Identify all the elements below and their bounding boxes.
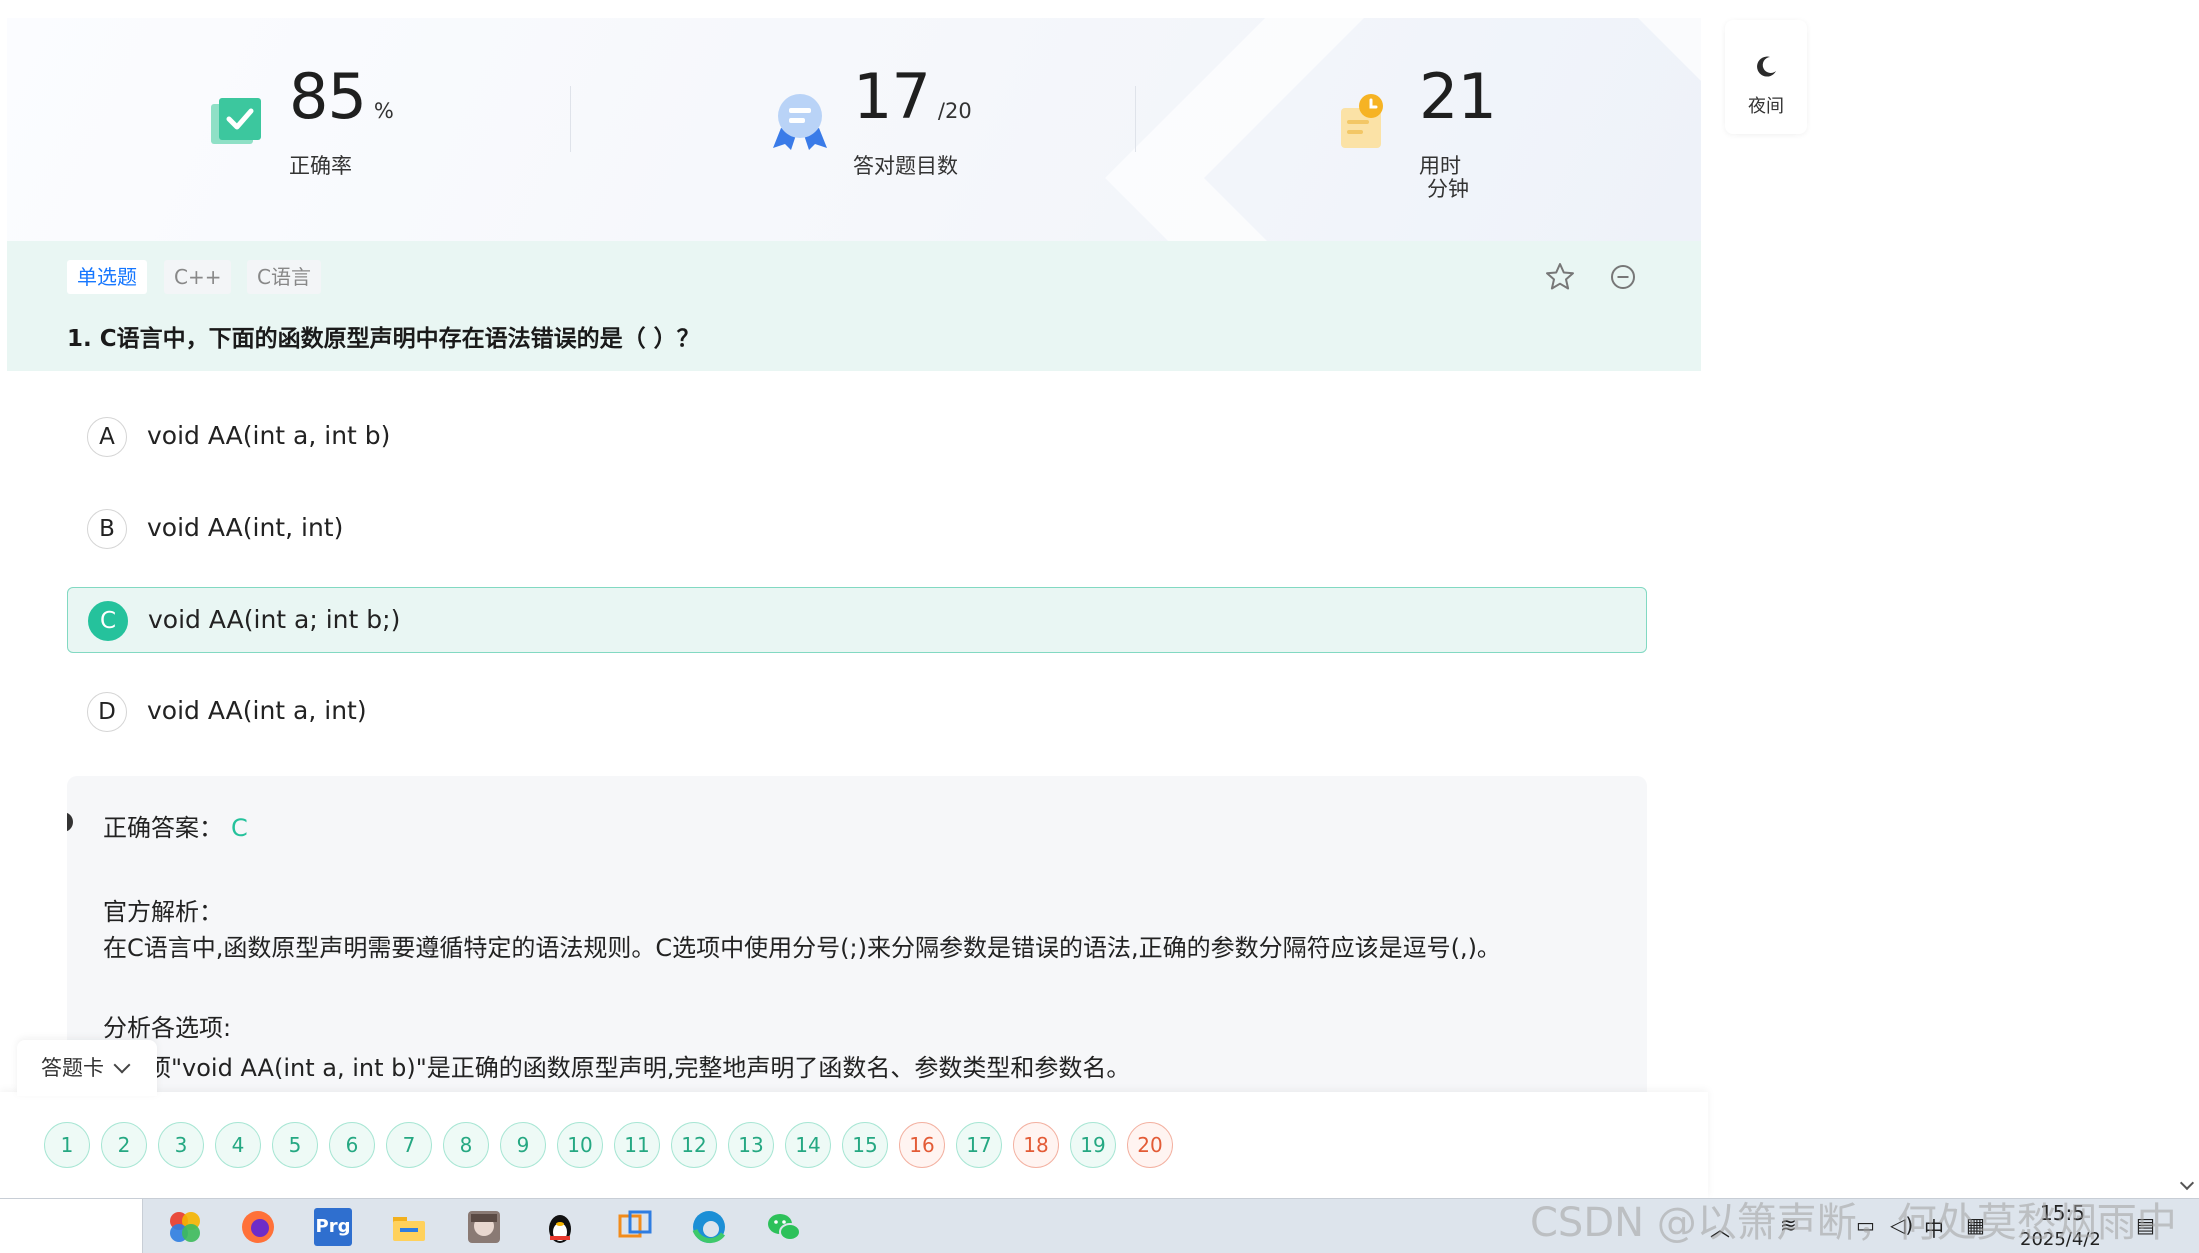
- stat-accuracy-label: 正确率: [289, 154, 352, 178]
- premiere-icon[interactable]: Prg: [314, 1208, 352, 1246]
- official-label: 官方解析：: [103, 898, 223, 926]
- option-b-text: void AA(int, int): [147, 513, 344, 542]
- answer-card-item-15[interactable]: 15: [842, 1122, 888, 1168]
- minus-circle-icon[interactable]: [1607, 261, 1639, 293]
- app-window: 85% 正确率 17/20 答对题目数 21分钟 用时 单选题 C++ C语言 …: [0, 0, 2199, 1198]
- analysis-line-a: 项"void AA(int a, int b)"是正确的函数原型声明,完整地声明…: [147, 1054, 1131, 1082]
- wechat-icon[interactable]: [765, 1208, 803, 1246]
- taskbar-search-area[interactable]: [0, 1199, 143, 1253]
- correct-answer-label: 正确答案：: [103, 814, 223, 842]
- answer-card-item-2[interactable]: 2: [101, 1122, 147, 1168]
- premiere-label: Prg: [315, 1216, 351, 1237]
- answer-card-toggle[interactable]: 答题卡: [17, 1040, 157, 1096]
- qq-penguin-icon[interactable]: [541, 1208, 579, 1246]
- answer-card-list: 1 2 3 4 5 6 7 8 9 10 11 12 13 14 15 16 17 18 19 20: [44, 1122, 1184, 1168]
- analysis-marker: [67, 812, 73, 832]
- stat-correct-label: 答对题目数: [853, 154, 958, 178]
- answer-card-item-4[interactable]: 4: [215, 1122, 261, 1168]
- option-b-letter: B: [87, 509, 127, 549]
- answer-card-item-8[interactable]: 8: [443, 1122, 489, 1168]
- answer-card-item-10[interactable]: 10: [557, 1122, 603, 1168]
- stat-divider: [1135, 86, 1136, 152]
- header-decoration: [1105, 18, 1701, 241]
- answer-card-item-18[interactable]: 18: [1013, 1122, 1059, 1168]
- stat-accuracy-value: 85: [289, 60, 367, 133]
- option-d[interactable]: D void AA(int a, int): [67, 679, 1647, 745]
- stat-time-value: 21: [1419, 60, 1497, 133]
- question-title: 1. C语言中，下面的函数原型声明中存在语法错误的是（ ）？: [67, 326, 700, 352]
- analyze-label: 分析各选项:: [103, 1014, 232, 1042]
- stat-accuracy-unit: %: [373, 99, 394, 123]
- answer-card-item-13[interactable]: 13: [728, 1122, 774, 1168]
- color-wheel-icon[interactable]: [166, 1208, 204, 1246]
- night-mode-button[interactable]: 夜间: [1725, 20, 1807, 134]
- tag-c-language: C语言: [247, 260, 321, 294]
- option-d-letter: D: [87, 692, 127, 732]
- folder-icon[interactable]: [390, 1208, 428, 1246]
- answer-card-item-6[interactable]: 6: [329, 1122, 375, 1168]
- option-c[interactable]: C void AA(int a; int b;): [67, 587, 1647, 653]
- answer-card-item-3[interactable]: 3: [158, 1122, 204, 1168]
- answer-card-item-12[interactable]: 12: [671, 1122, 717, 1168]
- tag-cpp: C++: [164, 260, 232, 294]
- clock-note-icon: [1341, 94, 1383, 148]
- night-mode-label: 夜间: [1748, 96, 1784, 117]
- correct-answer-value: C: [231, 814, 248, 842]
- answer-card-item-14[interactable]: 14: [785, 1122, 831, 1168]
- answer-card-item-1[interactable]: 1: [44, 1122, 90, 1168]
- answer-card-item-9[interactable]: 9: [500, 1122, 546, 1168]
- edge-icon[interactable]: [690, 1208, 728, 1246]
- answer-card-item-19[interactable]: 19: [1070, 1122, 1116, 1168]
- answer-card: 1 2 3 4 5 6 7 8 9 10 11 12 13 14 15 16 17 18 19 20: [0, 1092, 1708, 1198]
- chevron-down-icon: [113, 1056, 131, 1074]
- main-panel: 85% 正确率 17/20 答对题目数 21分钟 用时 单选题 C++ C语言 …: [7, 18, 1701, 1198]
- answer-card-item-16[interactable]: 16: [899, 1122, 945, 1168]
- official-text: 在C语言中,函数原型声明需要遵循特定的语法规则。C选项中使用分号(;)来分隔参数…: [103, 934, 1501, 962]
- stat-correct-value: 17: [853, 60, 931, 133]
- star-icon[interactable]: [1544, 261, 1576, 293]
- stat-divider: [570, 86, 571, 152]
- answer-card-item-7[interactable]: 7: [386, 1122, 432, 1168]
- option-c-letter: C: [88, 601, 128, 641]
- option-c-text: void AA(int a; int b;): [148, 605, 401, 634]
- tag-question-type: 单选题: [67, 260, 147, 294]
- stat-time-label: 用时: [1419, 154, 1461, 178]
- option-a-letter: A: [87, 417, 127, 457]
- option-a[interactable]: A void AA(int a, int b): [67, 404, 1647, 470]
- answer-card-item-17[interactable]: 17: [956, 1122, 1002, 1168]
- check-book-icon: [211, 98, 261, 144]
- answer-card-label: 答题卡: [41, 1056, 104, 1080]
- game-character-icon[interactable]: [465, 1208, 503, 1246]
- remote-window-icon[interactable]: [616, 1208, 654, 1246]
- option-d-text: void AA(int a, int): [147, 696, 367, 725]
- option-b[interactable]: B void AA(int, int): [67, 496, 1647, 562]
- award-ribbon-icon: [773, 94, 827, 150]
- answer-card-item-5[interactable]: 5: [272, 1122, 318, 1168]
- option-a-text: void AA(int a, int b): [147, 421, 391, 450]
- stat-correct-unit: /20: [937, 99, 972, 123]
- firefox-icon[interactable]: [239, 1208, 277, 1246]
- watermark: CSDN @以箫声断，何处莫愁烟雨中: [1530, 1200, 2177, 1246]
- scrollbar[interactable]: [2175, 0, 2199, 1198]
- correct-answer: 正确答案： C: [103, 808, 248, 843]
- answer-card-item-20[interactable]: 20: [1127, 1122, 1173, 1168]
- moon-icon: [1757, 56, 1776, 77]
- answer-card-item-11[interactable]: 11: [614, 1122, 660, 1168]
- stats-header: 85% 正确率 17/20 答对题目数 21分钟 用时: [7, 18, 1701, 241]
- stat-time-unit: 分钟: [1427, 177, 1469, 201]
- question-header: 单选题 C++ C语言 1. C语言中，下面的函数原型声明中存在语法错误的是（ …: [7, 241, 1701, 371]
